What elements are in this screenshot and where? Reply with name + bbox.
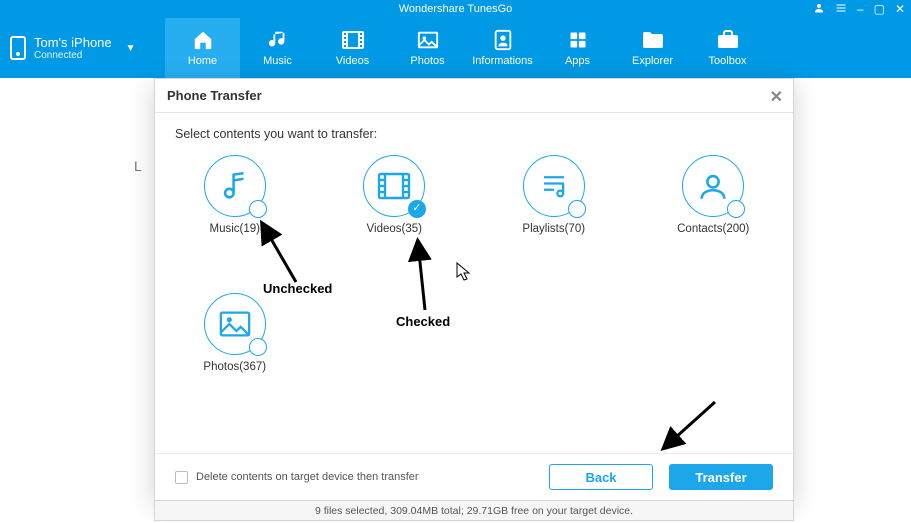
cursor-icon: [456, 262, 472, 282]
nav-videos[interactable]: Videos: [315, 18, 390, 78]
content-playlists[interactable]: Playlists(70): [522, 155, 585, 275]
checkbox-checked[interactable]: [408, 200, 426, 218]
content-contacts[interactable]: Contacts(200): [677, 155, 749, 275]
folder-icon: [640, 29, 666, 51]
photos-icon: [415, 29, 441, 51]
content-videos[interactable]: Videos(35): [363, 155, 425, 275]
nav-photos[interactable]: Photos: [390, 18, 465, 78]
item-label: Photos(367): [203, 361, 266, 373]
delete-label: Delete contents on target device then tr…: [196, 471, 419, 483]
apps-icon: [565, 29, 591, 51]
music-icon: [265, 29, 291, 51]
close-icon[interactable]: ✕: [770, 87, 783, 107]
nav-label: Videos: [336, 55, 369, 67]
modal-header: Phone Transfer ✕: [155, 79, 793, 113]
nav-label: Toolbox: [709, 55, 747, 67]
content-photos[interactable]: Photos(367): [203, 293, 266, 413]
app-title: Wondershare TunesGo: [399, 3, 513, 15]
nav-label: Music: [263, 55, 292, 67]
back-button[interactable]: Back: [549, 464, 653, 490]
item-label: Contacts(200): [677, 223, 749, 235]
nav-label: Explorer: [632, 55, 673, 67]
minimize-icon[interactable]: –: [857, 2, 864, 16]
top-nav: Tom's iPhone Connected ▼ Home Music Vide…: [0, 18, 911, 78]
status-text: 9 files selected, 309.04MB total; 29.71G…: [315, 505, 633, 517]
nav-apps[interactable]: Apps: [540, 18, 615, 78]
content-music[interactable]: Music(19): [204, 155, 266, 275]
item-label: Videos(35): [367, 223, 422, 235]
home-icon: [190, 29, 216, 51]
phone-icon: [10, 36, 26, 60]
background-text: L: [134, 158, 142, 174]
delete-checkbox[interactable]: [175, 471, 188, 484]
menu-icon[interactable]: [835, 2, 847, 17]
nav-explorer[interactable]: Explorer: [615, 18, 690, 78]
briefcase-icon: [715, 29, 741, 51]
nav-toolbox[interactable]: Toolbox: [690, 18, 765, 78]
nav-label: Informations: [472, 55, 533, 67]
device-selector[interactable]: Tom's iPhone Connected ▼: [0, 18, 165, 78]
film-icon: [376, 171, 412, 201]
maximize-icon[interactable]: ▢: [874, 2, 885, 16]
item-label: Music(19): [210, 223, 260, 235]
device-status: Connected: [34, 50, 112, 61]
film-icon: [340, 29, 366, 51]
contacts-icon: [490, 29, 516, 51]
nav-home[interactable]: Home: [165, 18, 240, 78]
checkbox-unchecked[interactable]: [727, 200, 745, 218]
checkbox-unchecked[interactable]: [568, 200, 586, 218]
device-name: Tom's iPhone: [34, 35, 112, 50]
status-bar: 9 files selected, 309.04MB total; 29.71G…: [154, 501, 794, 521]
close-window-icon[interactable]: ✕: [895, 2, 905, 16]
modal-footer: Delete contents on target device then tr…: [155, 453, 793, 500]
checkbox-unchecked[interactable]: [249, 200, 267, 218]
checkbox-unchecked[interactable]: [249, 338, 267, 356]
item-label: Playlists(70): [522, 223, 585, 235]
playlist-icon: [537, 171, 571, 201]
transfer-button[interactable]: Transfer: [669, 464, 773, 490]
nav-informations[interactable]: Informations: [465, 18, 540, 78]
music-note-icon: [218, 169, 252, 203]
nav-music[interactable]: Music: [240, 18, 315, 78]
instruction-text: Select contents you want to transfer:: [175, 127, 773, 141]
contact-icon: [696, 169, 730, 203]
phone-transfer-modal: Phone Transfer ✕ Select contents you wan…: [154, 78, 794, 501]
nav-label: Home: [188, 55, 217, 67]
user-icon[interactable]: [813, 2, 825, 17]
modal-title: Phone Transfer: [167, 88, 262, 103]
nav-label: Apps: [565, 55, 590, 67]
photo-icon: [218, 309, 252, 339]
nav-label: Photos: [410, 55, 444, 67]
chevron-down-icon: ▼: [126, 43, 136, 54]
title-bar: Wondershare TunesGo – ▢ ✕: [0, 0, 911, 18]
